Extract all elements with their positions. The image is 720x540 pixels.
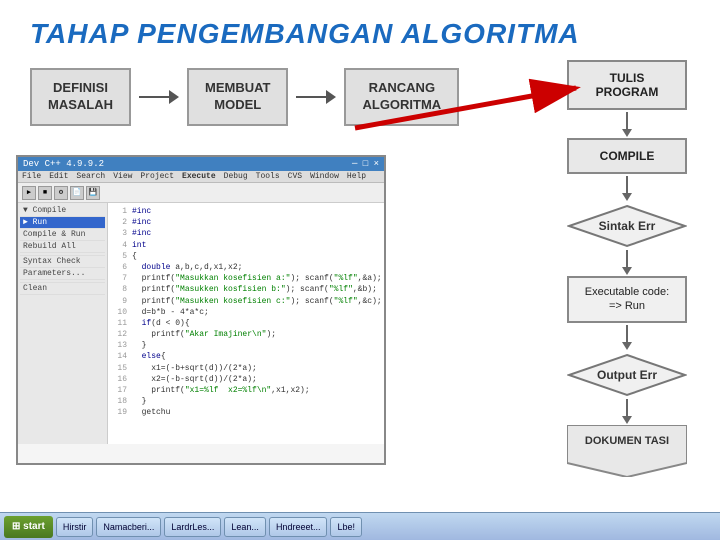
executable-box: Executable code:=> Run <box>567 276 687 323</box>
flow-row: DEFINISIMASALAH MEMBUATMODEL RANCANGALGO… <box>0 68 720 126</box>
taskbar-item-1[interactable]: Hirstir <box>56 517 94 537</box>
flow-step-2: MEMBUATMODEL <box>187 68 288 126</box>
page-title: TAHAP PENGEMBANGAN ALGORITMA <box>0 0 720 60</box>
sintak-err-diamond: Sintak Err <box>567 204 687 248</box>
dokumen-tasi-box: DOKUMEN TASI <box>567 425 687 477</box>
output-err-diamond: Output Err <box>567 353 687 397</box>
taskbar-item-4[interactable]: Lean... <box>224 517 266 537</box>
taskbar[interactable]: ⊞ start Hirstir Namacberi... LardrLes...… <box>0 512 720 540</box>
connector-2 <box>626 176 628 194</box>
connector-5 <box>626 399 628 417</box>
taskbar-item-5[interactable]: Hndreeet... <box>269 517 328 537</box>
taskbar-item-2[interactable]: Namacberi... <box>96 517 161 537</box>
editor-menubar[interactable]: File Edit Search View Project Execute De… <box>18 171 384 183</box>
taskbar-item-6[interactable]: Lbe! <box>330 517 362 537</box>
editor-titlebar: Dev C++ 4.9.9.2 ─ □ × <box>18 157 384 171</box>
code-editor[interactable]: Dev C++ 4.9.9.2 ─ □ × File Edit Search V… <box>16 155 386 465</box>
editor-body: ▼ Compile ► Run Compile & Run Rebuild Al… <box>18 203 384 444</box>
editor-code-area[interactable]: 1#inc 2#inc 3#inc 4int 5{ 6 double a,b,c… <box>108 203 384 444</box>
flow-step-3: RANCANGALGORITMA <box>344 68 459 126</box>
taskbar-item-3[interactable]: LardrLes... <box>164 517 221 537</box>
editor-toolbar: ▶ ■ ⚙ 📄 💾 <box>18 183 384 203</box>
compile-box: COMPILE <box>567 138 687 174</box>
start-button[interactable]: ⊞ start <box>4 516 53 538</box>
connector-3 <box>626 250 628 268</box>
arrow-2 <box>296 90 336 104</box>
editor-sidebar[interactable]: ▼ Compile ► Run Compile & Run Rebuild Al… <box>18 203 108 444</box>
flow-step-1: DEFINISIMASALAH <box>30 68 131 126</box>
connector-4 <box>626 325 628 343</box>
arrow-1 <box>139 90 179 104</box>
